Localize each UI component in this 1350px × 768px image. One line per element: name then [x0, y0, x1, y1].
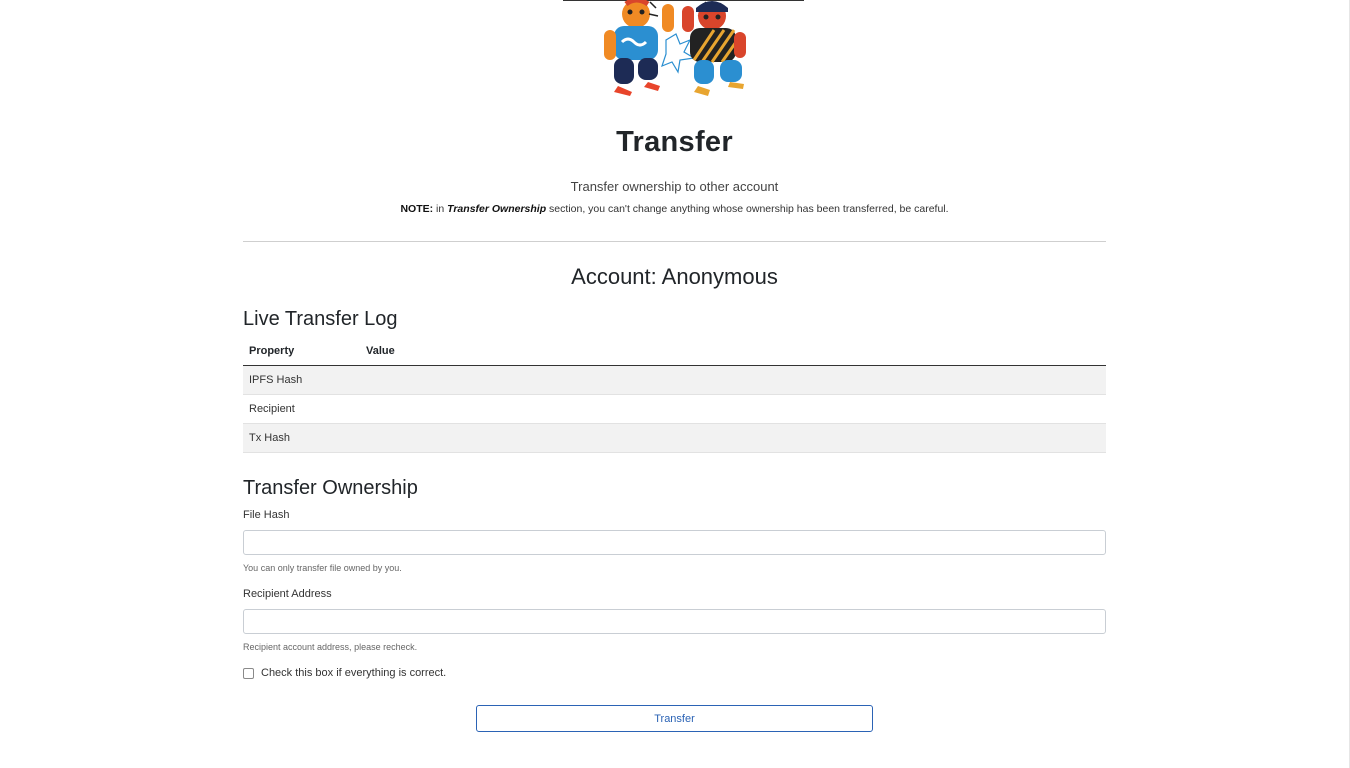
transfer-ownership-title: Transfer Ownership — [243, 477, 418, 499]
row-property: Recipient — [243, 394, 360, 424]
page-title: Transfer — [616, 126, 733, 158]
note-prefix: NOTE: — [400, 203, 434, 215]
recipient-address-input[interactable] — [243, 609, 1106, 634]
row-value — [360, 423, 1106, 453]
row-value — [360, 394, 1106, 424]
confirm-checkbox[interactable] — [243, 667, 254, 679]
file-hash-help: You can only transfer file owned by you. — [243, 563, 402, 573]
warning-note: NOTE: in Transfer Ownership section, you… — [243, 203, 1106, 215]
recipient-address-label: Recipient Address — [243, 588, 332, 600]
confirm-checkbox-label[interactable]: Check this box if everything is correct. — [261, 667, 446, 679]
recipient-address-help: Recipient account address, please rechec… — [243, 642, 418, 652]
note-emphasis: Transfer Ownership — [447, 203, 547, 215]
row-property: Tx Hash — [243, 423, 360, 453]
table-row: Tx Hash — [243, 423, 1106, 453]
file-hash-input[interactable] — [243, 530, 1106, 555]
account-title: Account: Anonymous — [571, 264, 778, 289]
row-property: IPFS Hash — [243, 365, 360, 395]
high-five-illustration-icon — [604, 0, 746, 96]
page-subtitle: Transfer ownership to other account — [570, 179, 779, 194]
confirm-checkbox-row[interactable]: Check this box if everything is correct. — [243, 667, 446, 679]
transfer-log-table: Property Value IPFS Hash Recipient Tx Ha… — [243, 337, 1106, 453]
row-value — [360, 365, 1106, 395]
transfer-log-title: Live Transfer Log — [243, 308, 398, 330]
note-text-part2: section, you can't change anything whose… — [546, 203, 949, 215]
table-row: Recipient — [243, 394, 1106, 424]
file-hash-label: File Hash — [243, 509, 290, 521]
column-header-value: Value — [360, 337, 1106, 366]
table-header-row: Property Value — [243, 337, 1106, 366]
table-row: IPFS Hash — [243, 365, 1106, 395]
note-text-part1: in — [433, 203, 448, 215]
column-header-property: Property — [243, 337, 360, 366]
transfer-button[interactable]: Transfer — [476, 705, 873, 732]
section-divider — [243, 241, 1106, 242]
